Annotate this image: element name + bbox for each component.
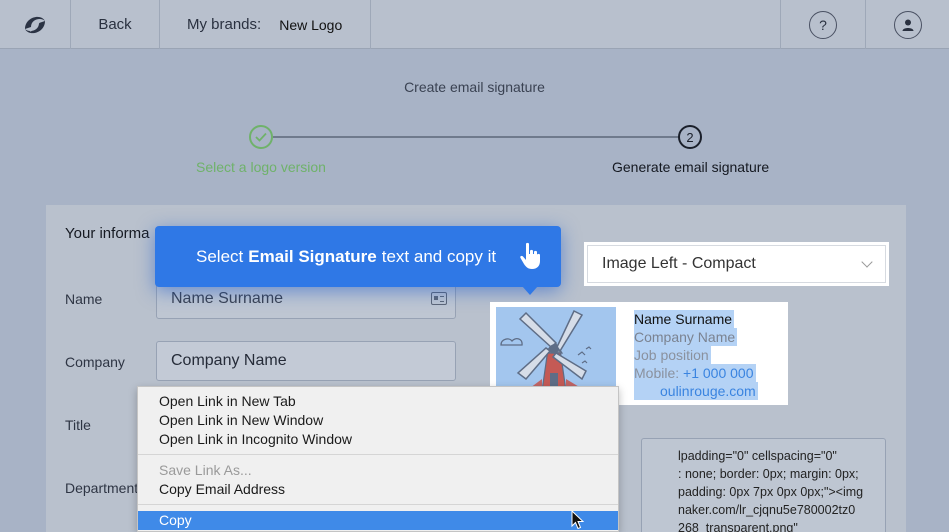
card-heading: Your informa — [65, 225, 150, 242]
menu-save-link-as: Save Link As... — [159, 462, 252, 478]
step-2-indicator: 2 — [678, 125, 702, 149]
department-label: Department — [65, 480, 139, 496]
company-input[interactable]: Company Name — [156, 341, 456, 381]
sig-company: Company Name — [634, 328, 738, 346]
menu-separator — [138, 504, 618, 505]
logo-icon — [25, 16, 45, 33]
sig-name: Name Surname — [634, 310, 735, 328]
top-bar: Back My brands: New Logo ? — [0, 0, 949, 49]
signature-html-code[interactable]: lpadding="0" cellspacing="0" : none; bor… — [641, 438, 886, 532]
code-line-1: lpadding="0" cellspacing="0" — [678, 449, 837, 463]
code-line-4: naker.com/lr_cjqnu5e780002tz0 — [678, 503, 856, 517]
code-line-2: : none; border: 0px; margin: 0px; — [678, 467, 859, 481]
code-line-5: 268_transparent.png" — [678, 521, 798, 532]
brand-selector[interactable]: My brands: New Logo — [160, 0, 371, 49]
tooltip-suffix: text and copy it — [381, 246, 497, 266]
contact-card-icon — [431, 292, 447, 305]
mouse-cursor-icon — [571, 510, 585, 530]
company-label: Company — [65, 354, 125, 370]
sig-website[interactable]: oulinrouge.com — [634, 382, 758, 400]
page-title: Create email signature — [404, 79, 545, 95]
back-button[interactable]: Back — [71, 0, 160, 49]
step-2-label: Generate email signature — [612, 159, 770, 175]
context-menu: Open Link in New Tab Open Link in New Wi… — [137, 386, 619, 532]
title-label: Title — [65, 417, 91, 433]
brands-label: My brands: — [187, 16, 262, 33]
tooltip-arrow — [522, 286, 538, 295]
step-1-label[interactable]: Select a logo version — [196, 159, 326, 175]
menu-separator — [138, 454, 618, 455]
instruction-tooltip: Select Email Signature text and copy it — [155, 226, 561, 295]
windmill-logo-image — [496, 307, 616, 397]
hand-pointer-icon — [520, 242, 540, 269]
step-1-check-icon — [249, 125, 273, 149]
user-icon — [893, 10, 922, 39]
menu-copy-email[interactable]: Copy Email Address — [138, 480, 618, 499]
menu-open-new-tab[interactable]: Open Link in New Tab — [138, 392, 618, 411]
signature-text: Name Surname Company Name Job position M… — [634, 310, 758, 400]
template-select[interactable]: Image Left - Compact — [587, 245, 886, 283]
stepper-line — [273, 136, 679, 138]
name-placeholder: Name Surname — [171, 290, 284, 307]
menu-open-incognito[interactable]: Open Link in Incognito Window — [138, 430, 618, 449]
name-label: Name — [65, 291, 103, 307]
menu-open-new-window[interactable]: Open Link in New Window — [138, 411, 618, 430]
user-menu-button[interactable] — [866, 0, 949, 49]
sig-mobile-link[interactable]: +1 000 000 — [683, 365, 753, 381]
template-select-wrapper: Image Left - Compact — [584, 242, 889, 286]
tooltip-bold: Email Signature — [248, 246, 377, 266]
tooltip-prefix: Select — [196, 246, 244, 266]
app-logo[interactable] — [0, 0, 71, 49]
template-selected: Image Left - Compact — [602, 255, 756, 272]
sig-mobile: Mobile: +1 000 000 — [634, 364, 756, 382]
chevron-down-icon — [861, 256, 873, 268]
code-line-3: padding: 0px 7px 0px 0px;"><img — [678, 485, 864, 499]
menu-copy[interactable]: Copy — [138, 511, 618, 530]
help-icon: ? — [809, 10, 837, 39]
help-button[interactable]: ? — [780, 0, 866, 49]
back-label: Back — [98, 16, 132, 33]
company-value: Company Name — [171, 352, 287, 369]
sig-job: Job position — [634, 346, 711, 364]
brand-name: New Logo — [279, 16, 343, 33]
